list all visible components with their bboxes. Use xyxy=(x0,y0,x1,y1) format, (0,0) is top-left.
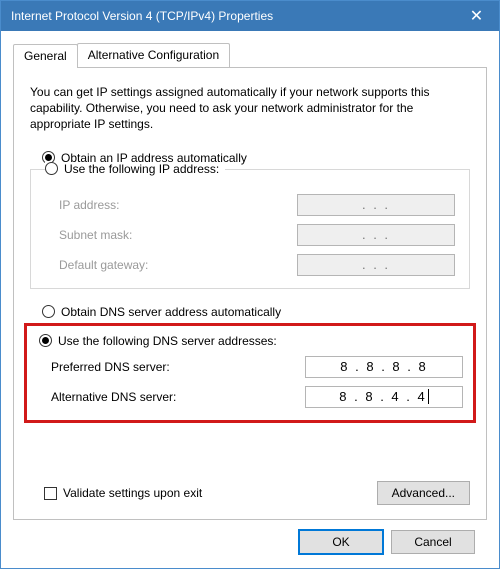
tab-alternative-configuration[interactable]: Alternative Configuration xyxy=(77,43,230,67)
radio-ip-manual[interactable]: Use the following IP address: xyxy=(45,162,225,176)
input-default-gateway: . . . xyxy=(297,254,455,276)
radio-icon xyxy=(39,334,52,347)
close-icon[interactable]: ✕ xyxy=(454,1,499,31)
input-preferred-dns[interactable]: 8 . 8 . 8 . 8 xyxy=(305,356,463,378)
label-subnet-mask: Subnet mask: xyxy=(59,228,297,242)
intro-text: You can get IP settings assigned automat… xyxy=(30,84,470,133)
label-alternative-dns: Alternative DNS server: xyxy=(51,390,305,404)
input-subnet-mask: . . . xyxy=(297,224,455,246)
radio-dns-auto[interactable]: Obtain DNS server address automatically xyxy=(42,305,470,319)
radio-label: Use the following DNS server addresses: xyxy=(58,334,277,348)
label-preferred-dns: Preferred DNS server: xyxy=(51,360,305,374)
titlebar: Internet Protocol Version 4 (TCP/IPv4) P… xyxy=(1,1,499,31)
radio-label: Use the following IP address: xyxy=(64,162,219,176)
cancel-button[interactable]: Cancel xyxy=(391,530,475,554)
tab-panel-general: You can get IP settings assigned automat… xyxy=(13,67,487,520)
properties-dialog: Internet Protocol Version 4 (TCP/IPv4) P… xyxy=(0,0,500,569)
input-ip-address: . . . xyxy=(297,194,455,216)
tabstrip: General Alternative Configuration xyxy=(13,43,487,67)
window-title: Internet Protocol Version 4 (TCP/IPv4) P… xyxy=(11,9,454,23)
input-alternative-dns[interactable]: 8 . 8 . 4 . 4 xyxy=(305,386,463,408)
tab-general[interactable]: General xyxy=(13,44,78,68)
client-area: General Alternative Configuration You ca… xyxy=(1,31,499,568)
label-ip-address: IP address: xyxy=(59,198,297,212)
highlight-dns-section: Use the following DNS server addresses: … xyxy=(24,323,476,423)
radio-icon xyxy=(45,162,58,175)
radio-icon xyxy=(42,305,55,318)
bottom-row: Validate settings upon exit Advanced... xyxy=(30,481,470,505)
checkbox-label: Validate settings upon exit xyxy=(63,486,377,500)
advanced-button[interactable]: Advanced... xyxy=(377,481,470,505)
radio-label: Obtain DNS server address automatically xyxy=(61,305,281,319)
dialog-footer: OK Cancel xyxy=(13,520,487,554)
radio-dns-manual[interactable]: Use the following DNS server addresses: xyxy=(39,334,463,348)
label-default-gateway: Default gateway: xyxy=(59,258,297,272)
group-ip-manual: Use the following IP address: IP address… xyxy=(30,169,470,289)
checkbox-validate[interactable] xyxy=(44,487,57,500)
ok-button[interactable]: OK xyxy=(299,530,383,554)
